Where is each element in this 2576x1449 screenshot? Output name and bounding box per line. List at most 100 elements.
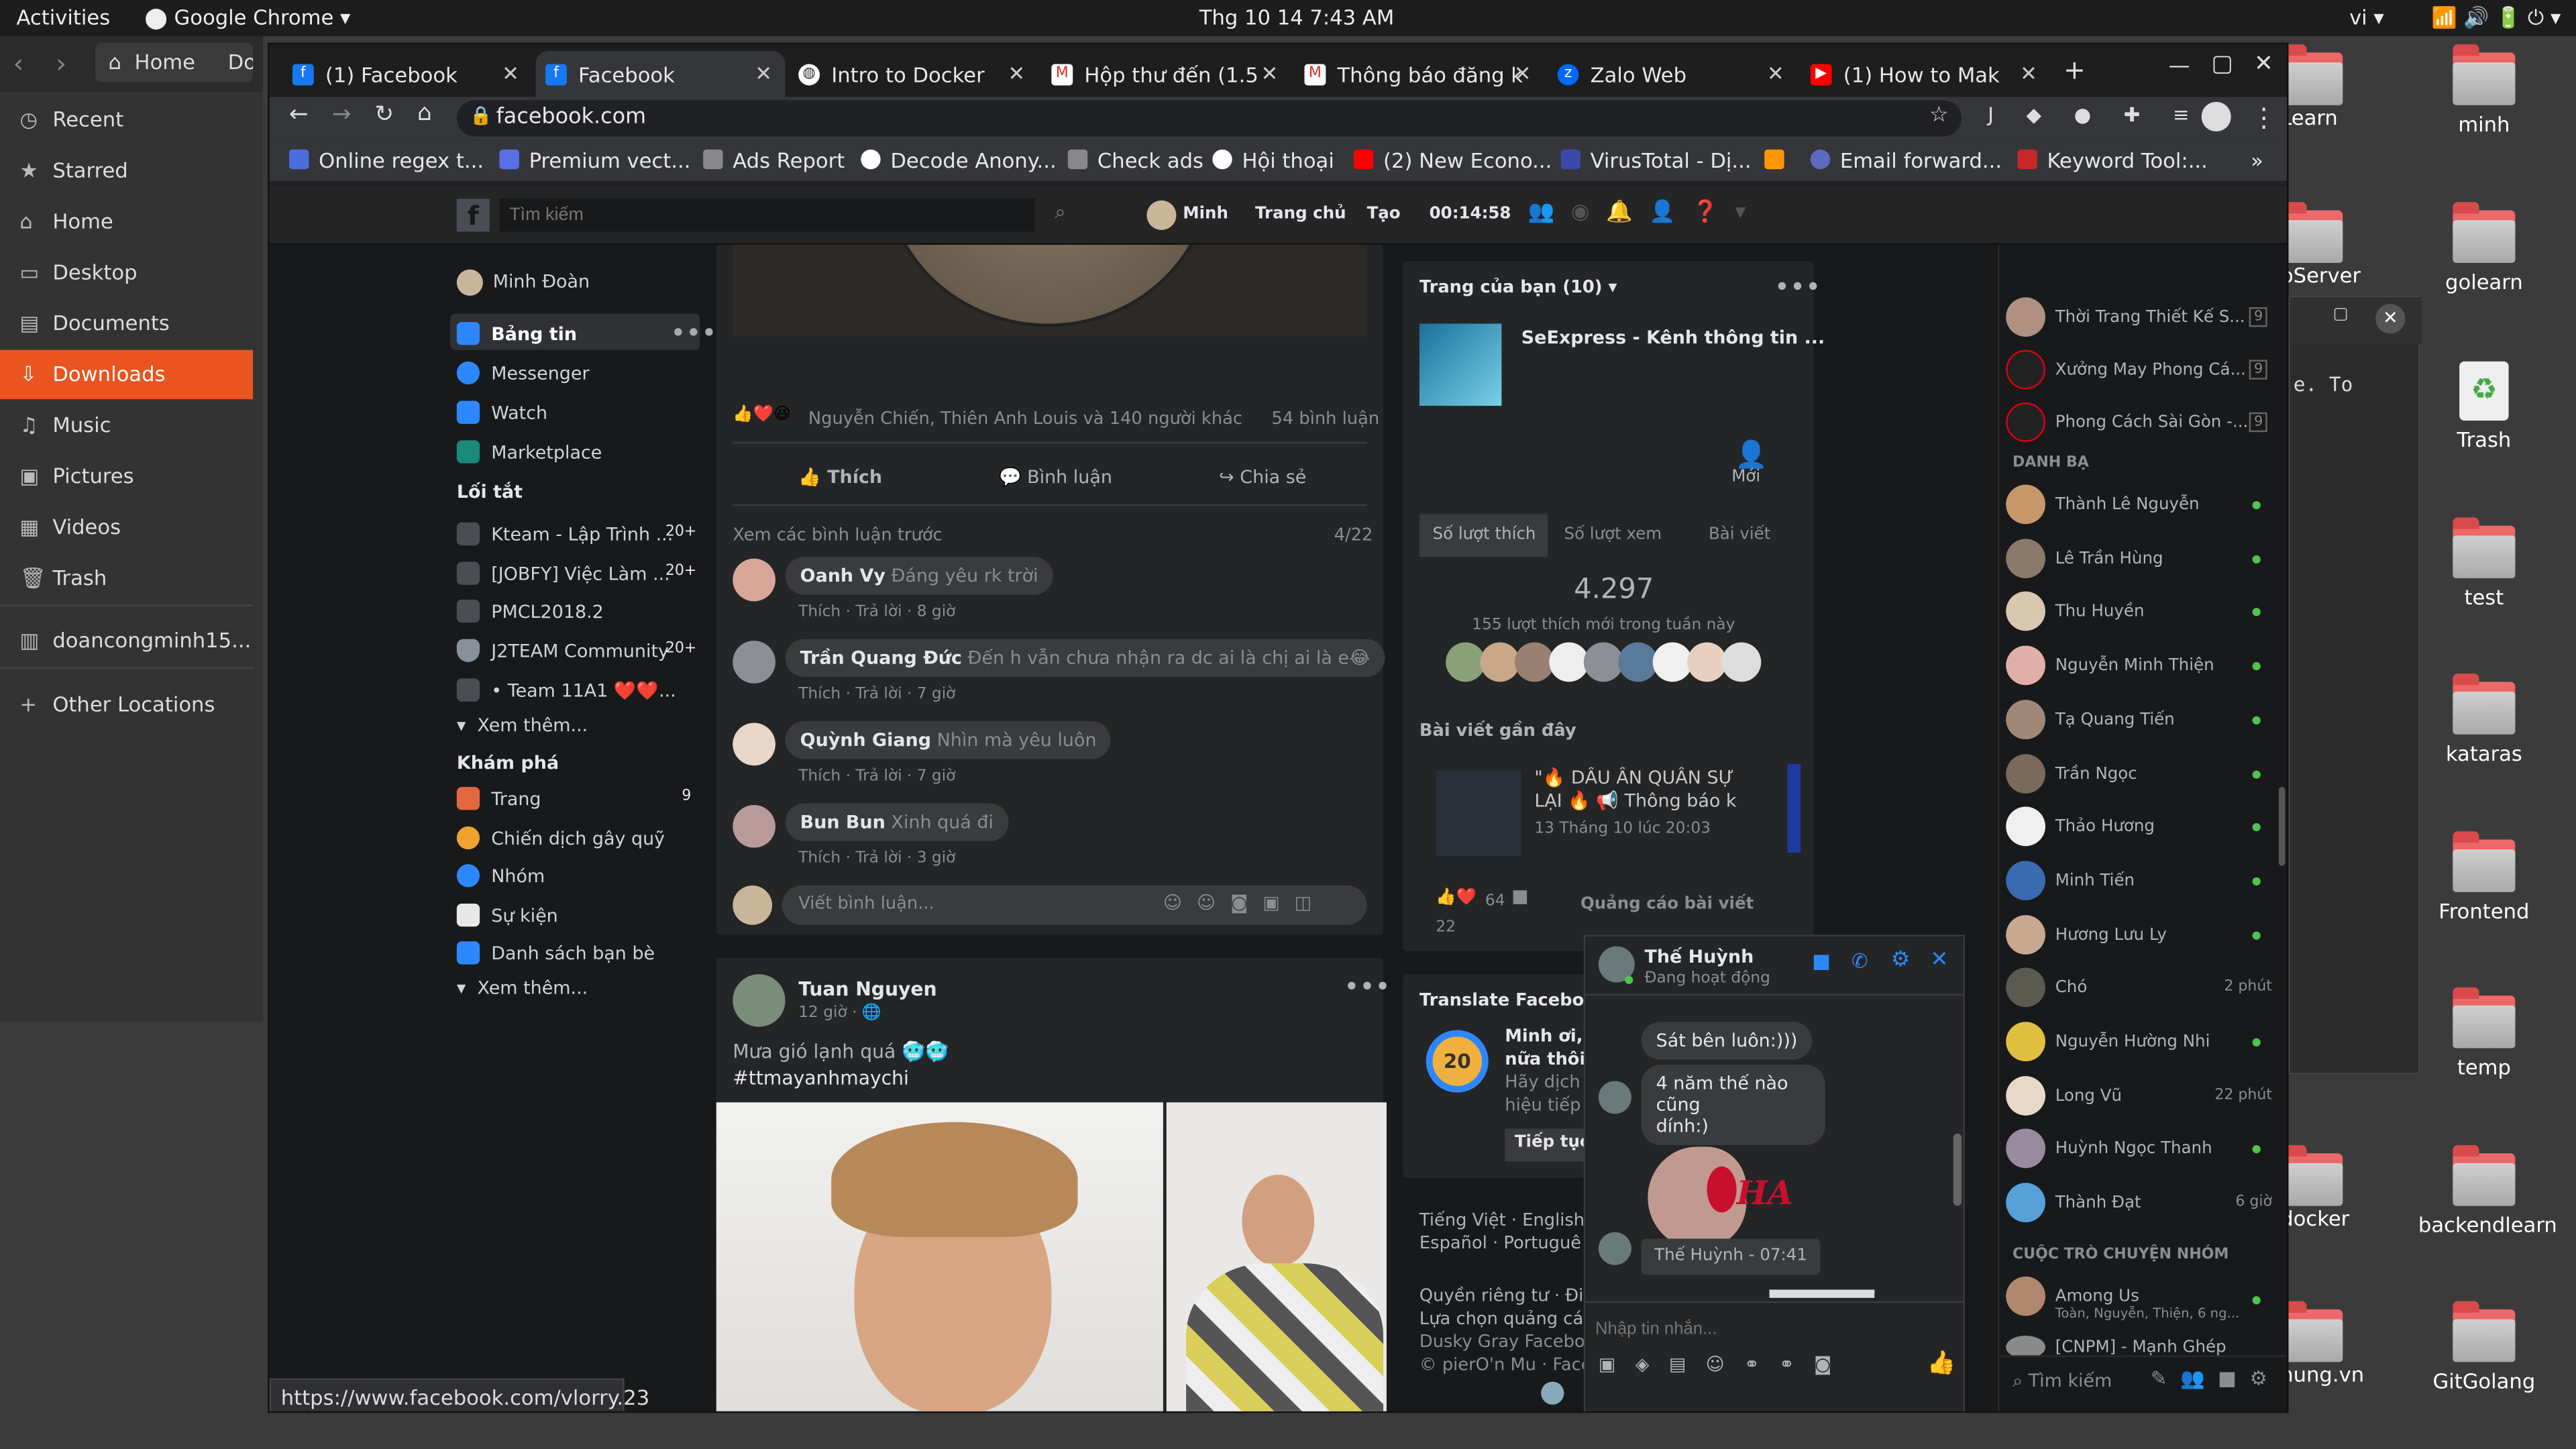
shortcut-item[interactable]: • Team 11A1 ❤️❤️... <box>456 678 676 702</box>
sidebar-item-drive[interactable]: ▥ doancongminh15... <box>0 616 253 665</box>
bookmark[interactable]: Keyword Tool:... <box>2017 148 2208 172</box>
your-pages-title[interactable]: Trang của bạn (10) ▾ <box>1419 278 1617 297</box>
view-previous-comments[interactable]: Xem các bình luận trước <box>733 526 942 545</box>
desktop-icon-minh[interactable]: minh <box>2418 44 2550 136</box>
menu-icon[interactable]: ⋮ <box>2251 102 2277 133</box>
contact-item[interactable]: Nguyễn Hường Nhi <box>2006 1022 2269 1062</box>
close-icon[interactable]: ✕ <box>1931 948 1949 973</box>
explore-events[interactable]: Sự kiện <box>456 903 558 927</box>
share-button[interactable]: ↪ Chia sẻ <box>1219 467 1306 488</box>
bookmark-star-icon[interactable]: ☆ <box>1929 103 1949 128</box>
home-icon[interactable]: ⌂ <box>417 100 432 126</box>
sidebar-item-documents[interactable]: ▤ Documents <box>0 299 253 348</box>
extension-icons[interactable]: J ◆ ● ✚ ≡ <box>1988 103 2202 126</box>
post-photo-2[interactable] <box>1166 1102 1387 1411</box>
sidebar-tool-icons[interactable]: ✎👥■⚙ <box>2151 1367 2281 1390</box>
comment-input[interactable]: Viết bình luận... ☺☺◙▣◫ <box>782 885 1367 925</box>
comment-button[interactable]: 💬 Bình luận <box>999 467 1112 488</box>
avatar[interactable] <box>1146 200 1177 230</box>
explore-pages[interactable]: Trang <box>456 787 541 810</box>
promote-post-button[interactable]: Quảng cáo bài viết <box>1580 896 1754 914</box>
desktop-icon-partial[interactable]: docker <box>2280 1144 2412 1230</box>
contact-item[interactable]: Minh Tiến <box>2006 861 2269 900</box>
globe-icon[interactable] <box>1541 1381 1564 1405</box>
tab-views[interactable]: Số lượt xem <box>1564 526 1662 544</box>
header-user[interactable]: Minh <box>1183 205 1228 223</box>
tab-gmail-inbox[interactable]: M Hộp thư đến (1.5 ✕ <box>1042 51 1291 97</box>
nav-watch[interactable]: Watch <box>456 400 547 424</box>
avatar[interactable] <box>1480 642 1520 682</box>
tab-facebook-active[interactable]: f Facebook ✕ <box>535 50 786 97</box>
bookmark[interactable]: Online regex t... <box>289 148 484 172</box>
like-button[interactable]: 👍 Thích <box>798 467 882 488</box>
avatar[interactable] <box>1446 642 1485 682</box>
more-options-icon[interactable]: ••• <box>1344 971 1390 1002</box>
contact-item[interactable]: Thu Huyền <box>2006 592 2269 632</box>
profile-avatar[interactable] <box>2201 101 2231 131</box>
page-thumbnail[interactable] <box>1419 323 1502 406</box>
reload-icon[interactable]: ↻ <box>374 102 394 128</box>
tab-gmail-notification[interactable]: M Thông báo đăng k ✕ <box>1295 51 1544 97</box>
comment-meta[interactable]: Thích · Trả lời · 7 giờ <box>798 767 955 786</box>
commenter-name[interactable]: Oanh Vy <box>800 565 885 586</box>
post-photo-1[interactable] <box>716 1102 1163 1411</box>
post-image[interactable] <box>733 244 1367 337</box>
sidebar-item-pictures[interactable]: ▣ Pictures <box>0 451 253 500</box>
header-action-icons[interactable]: 👥◉🔔👤❓▾ <box>1528 201 1762 225</box>
video-call-icon[interactable]: ■ <box>1812 950 1831 973</box>
background-terminal[interactable]: ▢ ✕ e. To <box>2288 295 2422 1075</box>
address-bar[interactable]: 🔒 facebook.com ☆ <box>456 100 1962 137</box>
bookmark[interactable]: Check ads <box>1067 148 1203 172</box>
sidebar-item-desktop[interactable]: ▭ Desktop <box>0 248 253 297</box>
recent-post-text[interactable]: "🔥 DẤU ẤN QUÂN SỰ LẠI 🔥 📢 Thông báo k <box>1534 767 1744 814</box>
footer-theme[interactable]: Dusky Gray Faceboo <box>1419 1332 1595 1352</box>
add-user-icon[interactable]: 👤 <box>1735 439 1768 470</box>
bookmark[interactable] <box>1764 148 1794 172</box>
bookmarks-overflow[interactable]: » <box>2251 148 2263 172</box>
contact-item[interactable]: Thảo Hương <box>2006 806 2269 847</box>
avatar[interactable] <box>733 974 786 1027</box>
tab-docker[interactable]: ◍ Intro to Docker ✕ <box>789 51 1038 97</box>
new-tab-button[interactable]: + <box>2063 54 2086 86</box>
shortcut-item[interactable]: Kteam - Lập Trình ... <box>456 522 673 546</box>
bookmark[interactable]: VirusTotal - Dị... <box>1560 148 1752 172</box>
desktop-icon-backendlearn[interactable]: backendlearn <box>2418 1144 2557 1237</box>
contact-item[interactable]: Lê Trần Hùng <box>2006 538 2269 578</box>
desktop-icon-partial[interactable]: Learn <box>2280 44 2412 129</box>
close-tab-icon[interactable]: ✕ <box>2020 61 2037 86</box>
search-input[interactable] <box>499 199 1035 232</box>
shortcut-item[interactable]: [JOBFY] Việc Làm ... <box>456 561 670 585</box>
forward-button[interactable]: › <box>56 48 66 79</box>
sticker[interactable]: HA <box>1648 1140 1795 1255</box>
search-icon[interactable]: ⌕ <box>1055 201 1065 225</box>
nav-feed[interactable]: Bảng tin <box>456 322 577 345</box>
header-home[interactable]: Trang chủ <box>1255 205 1346 223</box>
more-options-icon[interactable]: ••• <box>670 317 716 349</box>
avatar[interactable] <box>733 885 773 925</box>
close-tab-icon[interactable]: ✕ <box>502 61 519 86</box>
desktop-icon-golearn[interactable]: golearn <box>2418 202 2550 294</box>
post-time[interactable]: 12 giờ · 🌐 <box>798 1004 881 1022</box>
post-author[interactable]: Tuan Nguyen <box>798 977 936 1000</box>
sidebar-item-recent[interactable]: ◷ Recent <box>0 95 253 144</box>
hashtag-link[interactable]: #ttmayanhmaychi <box>733 1066 909 1089</box>
close-tab-icon[interactable]: ✕ <box>1261 61 1279 86</box>
sidebar-item-home[interactable]: ⌂ Home <box>0 197 253 246</box>
explore-groups[interactable]: Nhóm <box>456 864 545 888</box>
clock[interactable]: Thg 10 14 7:43 AM <box>1199 5 1394 30</box>
path-segment[interactable]: Do <box>228 49 254 74</box>
desktop-icon-gitgolang[interactable]: GitGolang <box>2418 1301 2550 1393</box>
comments-count[interactable]: 54 bình luận <box>1272 409 1380 429</box>
forward-icon[interactable]: → <box>332 102 352 128</box>
back-button[interactable]: ‹ <box>13 48 24 79</box>
close-tab-icon[interactable]: ✕ <box>1767 61 1784 86</box>
tab-zalo[interactable]: z Zalo Web ✕ <box>1548 51 1797 97</box>
sidebar-item-starred[interactable]: ★ Starred <box>0 146 253 195</box>
commenter-name[interactable]: Bun Bun <box>800 812 885 833</box>
bookmark[interactable]: Email forward... <box>1810 148 2002 172</box>
desktop-icon-temp[interactable]: temp <box>2418 987 2550 1079</box>
chat-tool-icons[interactable]: ▣◈▤☺⚭⚭◙ <box>1599 1354 1851 1375</box>
desktop-icon-partial[interactable]: hung.vn <box>2280 1301 2412 1387</box>
reaction-icons[interactable]: 👍❤️😆 <box>733 406 791 424</box>
recent-post-thumb[interactable] <box>1436 770 1521 856</box>
